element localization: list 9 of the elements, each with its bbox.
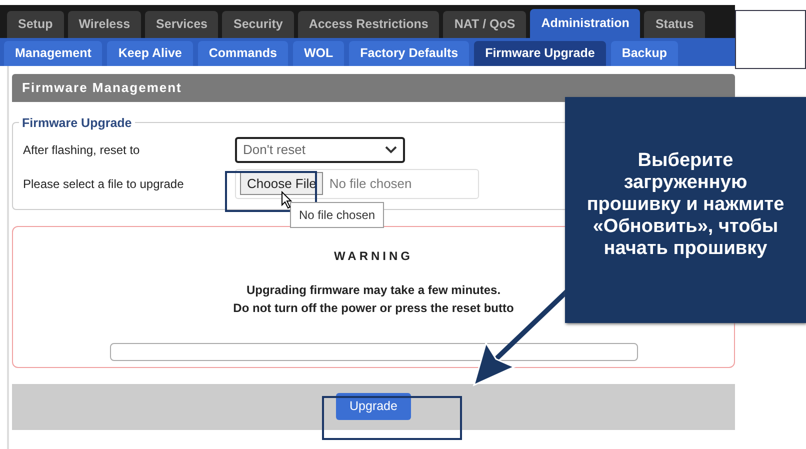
warning-title: WARNING: [334, 248, 413, 262]
field-label: Please select a file to upgrade: [23, 176, 185, 192]
tooltip: No file chosen: [290, 202, 384, 228]
warning-text: Upgrading firmware may take a few minutes.: [246, 282, 501, 296]
file-status: No file chosen: [329, 174, 412, 193]
warning-text: Do not turn off the power or press the reset butto: [233, 300, 514, 314]
field-label: After flashing, reset to: [23, 142, 141, 158]
section-header: Firmware Management: [12, 74, 735, 102]
callout-text: Выберите загруженную прошивку и нажмите «Обновить», чтобы начать прошивку: [565, 97, 806, 323]
